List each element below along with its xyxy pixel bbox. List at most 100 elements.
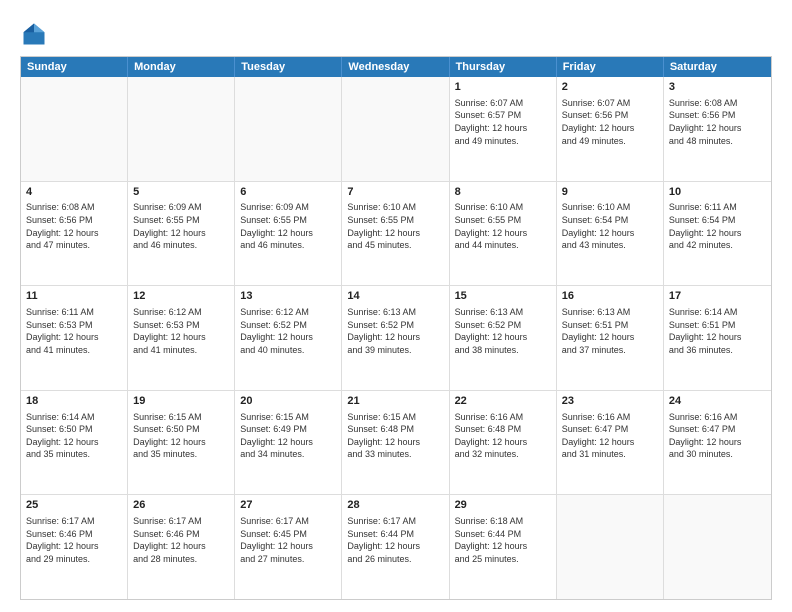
header-cell-wednesday: Wednesday — [342, 57, 449, 77]
calendar-cell-empty — [128, 77, 235, 181]
cell-detail: Sunrise: 6:10 AM Sunset: 6:55 PM Dayligh… — [455, 201, 551, 251]
calendar-cell-day-26: 26 Sunrise: 6:17 AM Sunset: 6:46 PM Dayli… — [128, 495, 235, 599]
calendar-cell-day-11: 11Sunrise: 6:11 AM Sunset: 6:53 PM Dayli… — [21, 286, 128, 390]
calendar-header: SundayMondayTuesdayWednesdayThursdayFrid… — [21, 57, 771, 77]
calendar-cell-day-21: 21 Sunrise: 6:15 AM Sunset: 6:48 PM Dayli… — [342, 391, 449, 495]
day-number: 10 — [669, 185, 766, 200]
calendar-cell-day-4: 4Sunrise: 6:08 AM Sunset: 6:56 PM Daylig… — [21, 182, 128, 286]
calendar-cell-day-29: 29 Sunrise: 6:18 AM Sunset: 6:44 PM Dayli… — [450, 495, 557, 599]
calendar-cell-day-19: 19 Sunrise: 6:15 AM Sunset: 6:50 PM Dayli… — [128, 391, 235, 495]
day-number: 22 — [455, 394, 551, 409]
day-number: 5 — [133, 185, 229, 200]
calendar-cell-day-13: 13 Sunrise: 6:12 AM Sunset: 6:52 PM Dayli… — [235, 286, 342, 390]
calendar-cell-day-1: 1 Sunrise: 6:07 AM Sunset: 6:57 PM Daylig… — [450, 77, 557, 181]
day-number: 28 — [347, 498, 443, 513]
calendar-cell-day-17: 17 Sunrise: 6:14 AM Sunset: 6:51 PM Dayli… — [664, 286, 771, 390]
cell-detail: Sunrise: 6:11 AM Sunset: 6:53 PM Dayligh… — [26, 306, 122, 356]
day-number: 8 — [455, 185, 551, 200]
cell-detail: Sunrise: 6:17 AM Sunset: 6:45 PM Dayligh… — [240, 515, 336, 565]
day-number: 23 — [562, 394, 658, 409]
calendar-cell-day-3: 3 Sunrise: 6:08 AM Sunset: 6:56 PM Daylig… — [664, 77, 771, 181]
calendar-cell-day-2: 2 Sunrise: 6:07 AM Sunset: 6:56 PM Daylig… — [557, 77, 664, 181]
day-number: 6 — [240, 185, 336, 200]
calendar-cell-day-7: 7Sunrise: 6:10 AM Sunset: 6:55 PM Daylig… — [342, 182, 449, 286]
cell-detail: Sunrise: 6:10 AM Sunset: 6:55 PM Dayligh… — [347, 201, 443, 251]
page: SundayMondayTuesdayWednesdayThursdayFrid… — [0, 0, 792, 612]
day-number: 13 — [240, 289, 336, 304]
day-number: 29 — [455, 498, 551, 513]
cell-detail: Sunrise: 6:17 AM Sunset: 6:46 PM Dayligh… — [26, 515, 122, 565]
day-number: 26 — [133, 498, 229, 513]
day-number: 3 — [669, 80, 766, 95]
calendar-cell-day-20: 20Sunrise: 6:15 AM Sunset: 6:49 PM Dayli… — [235, 391, 342, 495]
day-number: 12 — [133, 289, 229, 304]
cell-detail: Sunrise: 6:17 AM Sunset: 6:44 PM Dayligh… — [347, 515, 443, 565]
calendar-row-0: 1 Sunrise: 6:07 AM Sunset: 6:57 PM Daylig… — [21, 77, 771, 181]
cell-detail: Sunrise: 6:13 AM Sunset: 6:51 PM Dayligh… — [562, 306, 658, 356]
cell-detail: Sunrise: 6:07 AM Sunset: 6:57 PM Dayligh… — [455, 97, 551, 147]
calendar-body: 1 Sunrise: 6:07 AM Sunset: 6:57 PM Daylig… — [21, 77, 771, 599]
day-number: 2 — [562, 80, 658, 95]
cell-detail: Sunrise: 6:15 AM Sunset: 6:50 PM Dayligh… — [133, 411, 229, 461]
day-number: 1 — [455, 80, 551, 95]
calendar-cell-day-9: 9Sunrise: 6:10 AM Sunset: 6:54 PM Daylig… — [557, 182, 664, 286]
calendar-cell-day-23: 23 Sunrise: 6:16 AM Sunset: 6:47 PM Dayli… — [557, 391, 664, 495]
calendar-cell-day-27: 27 Sunrise: 6:17 AM Sunset: 6:45 PM Dayli… — [235, 495, 342, 599]
cell-detail: Sunrise: 6:13 AM Sunset: 6:52 PM Dayligh… — [455, 306, 551, 356]
day-number: 19 — [133, 394, 229, 409]
logo — [20, 20, 52, 48]
day-number: 9 — [562, 185, 658, 200]
calendar-cell-day-14: 14Sunrise: 6:13 AM Sunset: 6:52 PM Dayli… — [342, 286, 449, 390]
calendar-row-1: 4Sunrise: 6:08 AM Sunset: 6:56 PM Daylig… — [21, 181, 771, 286]
cell-detail: Sunrise: 6:15 AM Sunset: 6:48 PM Dayligh… — [347, 411, 443, 461]
calendar: SundayMondayTuesdayWednesdayThursdayFrid… — [20, 56, 772, 600]
cell-detail: Sunrise: 6:12 AM Sunset: 6:53 PM Dayligh… — [133, 306, 229, 356]
header — [20, 16, 772, 48]
calendar-cell-day-12: 12 Sunrise: 6:12 AM Sunset: 6:53 PM Dayli… — [128, 286, 235, 390]
day-number: 16 — [562, 289, 658, 304]
cell-detail: Sunrise: 6:16 AM Sunset: 6:47 PM Dayligh… — [669, 411, 766, 461]
day-number: 18 — [26, 394, 122, 409]
cell-detail: Sunrise: 6:09 AM Sunset: 6:55 PM Dayligh… — [240, 201, 336, 251]
cell-detail: Sunrise: 6:12 AM Sunset: 6:52 PM Dayligh… — [240, 306, 336, 356]
header-cell-monday: Monday — [128, 57, 235, 77]
header-cell-tuesday: Tuesday — [235, 57, 342, 77]
calendar-cell-day-15: 15Sunrise: 6:13 AM Sunset: 6:52 PM Dayli… — [450, 286, 557, 390]
calendar-cell-empty — [557, 495, 664, 599]
cell-detail: Sunrise: 6:14 AM Sunset: 6:50 PM Dayligh… — [26, 411, 122, 461]
day-number: 14 — [347, 289, 443, 304]
cell-detail: Sunrise: 6:16 AM Sunset: 6:47 PM Dayligh… — [562, 411, 658, 461]
calendar-cell-day-5: 5Sunrise: 6:09 AM Sunset: 6:55 PM Daylig… — [128, 182, 235, 286]
cell-detail: Sunrise: 6:10 AM Sunset: 6:54 PM Dayligh… — [562, 201, 658, 251]
calendar-row-3: 18 Sunrise: 6:14 AM Sunset: 6:50 PM Dayli… — [21, 390, 771, 495]
cell-detail: Sunrise: 6:08 AM Sunset: 6:56 PM Dayligh… — [669, 97, 766, 147]
day-number: 17 — [669, 289, 766, 304]
cell-detail: Sunrise: 6:08 AM Sunset: 6:56 PM Dayligh… — [26, 201, 122, 251]
cell-detail: Sunrise: 6:17 AM Sunset: 6:46 PM Dayligh… — [133, 515, 229, 565]
calendar-cell-day-18: 18 Sunrise: 6:14 AM Sunset: 6:50 PM Dayli… — [21, 391, 128, 495]
calendar-cell-day-8: 8Sunrise: 6:10 AM Sunset: 6:55 PM Daylig… — [450, 182, 557, 286]
calendar-cell-day-28: 28 Sunrise: 6:17 AM Sunset: 6:44 PM Dayli… — [342, 495, 449, 599]
day-number: 7 — [347, 185, 443, 200]
day-number: 27 — [240, 498, 336, 513]
cell-detail: Sunrise: 6:14 AM Sunset: 6:51 PM Dayligh… — [669, 306, 766, 356]
day-number: 21 — [347, 394, 443, 409]
calendar-row-4: 25 Sunrise: 6:17 AM Sunset: 6:46 PM Dayli… — [21, 494, 771, 599]
header-cell-friday: Friday — [557, 57, 664, 77]
cell-detail: Sunrise: 6:11 AM Sunset: 6:54 PM Dayligh… — [669, 201, 766, 251]
calendar-cell-day-24: 24Sunrise: 6:16 AM Sunset: 6:47 PM Dayli… — [664, 391, 771, 495]
calendar-cell-day-22: 22 Sunrise: 6:16 AM Sunset: 6:48 PM Dayli… — [450, 391, 557, 495]
cell-detail: Sunrise: 6:07 AM Sunset: 6:56 PM Dayligh… — [562, 97, 658, 147]
calendar-cell-day-10: 10Sunrise: 6:11 AM Sunset: 6:54 PM Dayli… — [664, 182, 771, 286]
cell-detail: Sunrise: 6:09 AM Sunset: 6:55 PM Dayligh… — [133, 201, 229, 251]
header-cell-thursday: Thursday — [450, 57, 557, 77]
calendar-cell-day-6: 6Sunrise: 6:09 AM Sunset: 6:55 PM Daylig… — [235, 182, 342, 286]
cell-detail: Sunrise: 6:18 AM Sunset: 6:44 PM Dayligh… — [455, 515, 551, 565]
calendar-cell-day-16: 16 Sunrise: 6:13 AM Sunset: 6:51 PM Dayli… — [557, 286, 664, 390]
day-number: 25 — [26, 498, 122, 513]
logo-icon — [20, 20, 48, 48]
header-cell-sunday: Sunday — [21, 57, 128, 77]
cell-detail: Sunrise: 6:16 AM Sunset: 6:48 PM Dayligh… — [455, 411, 551, 461]
calendar-cell-empty — [21, 77, 128, 181]
day-number: 4 — [26, 185, 122, 200]
